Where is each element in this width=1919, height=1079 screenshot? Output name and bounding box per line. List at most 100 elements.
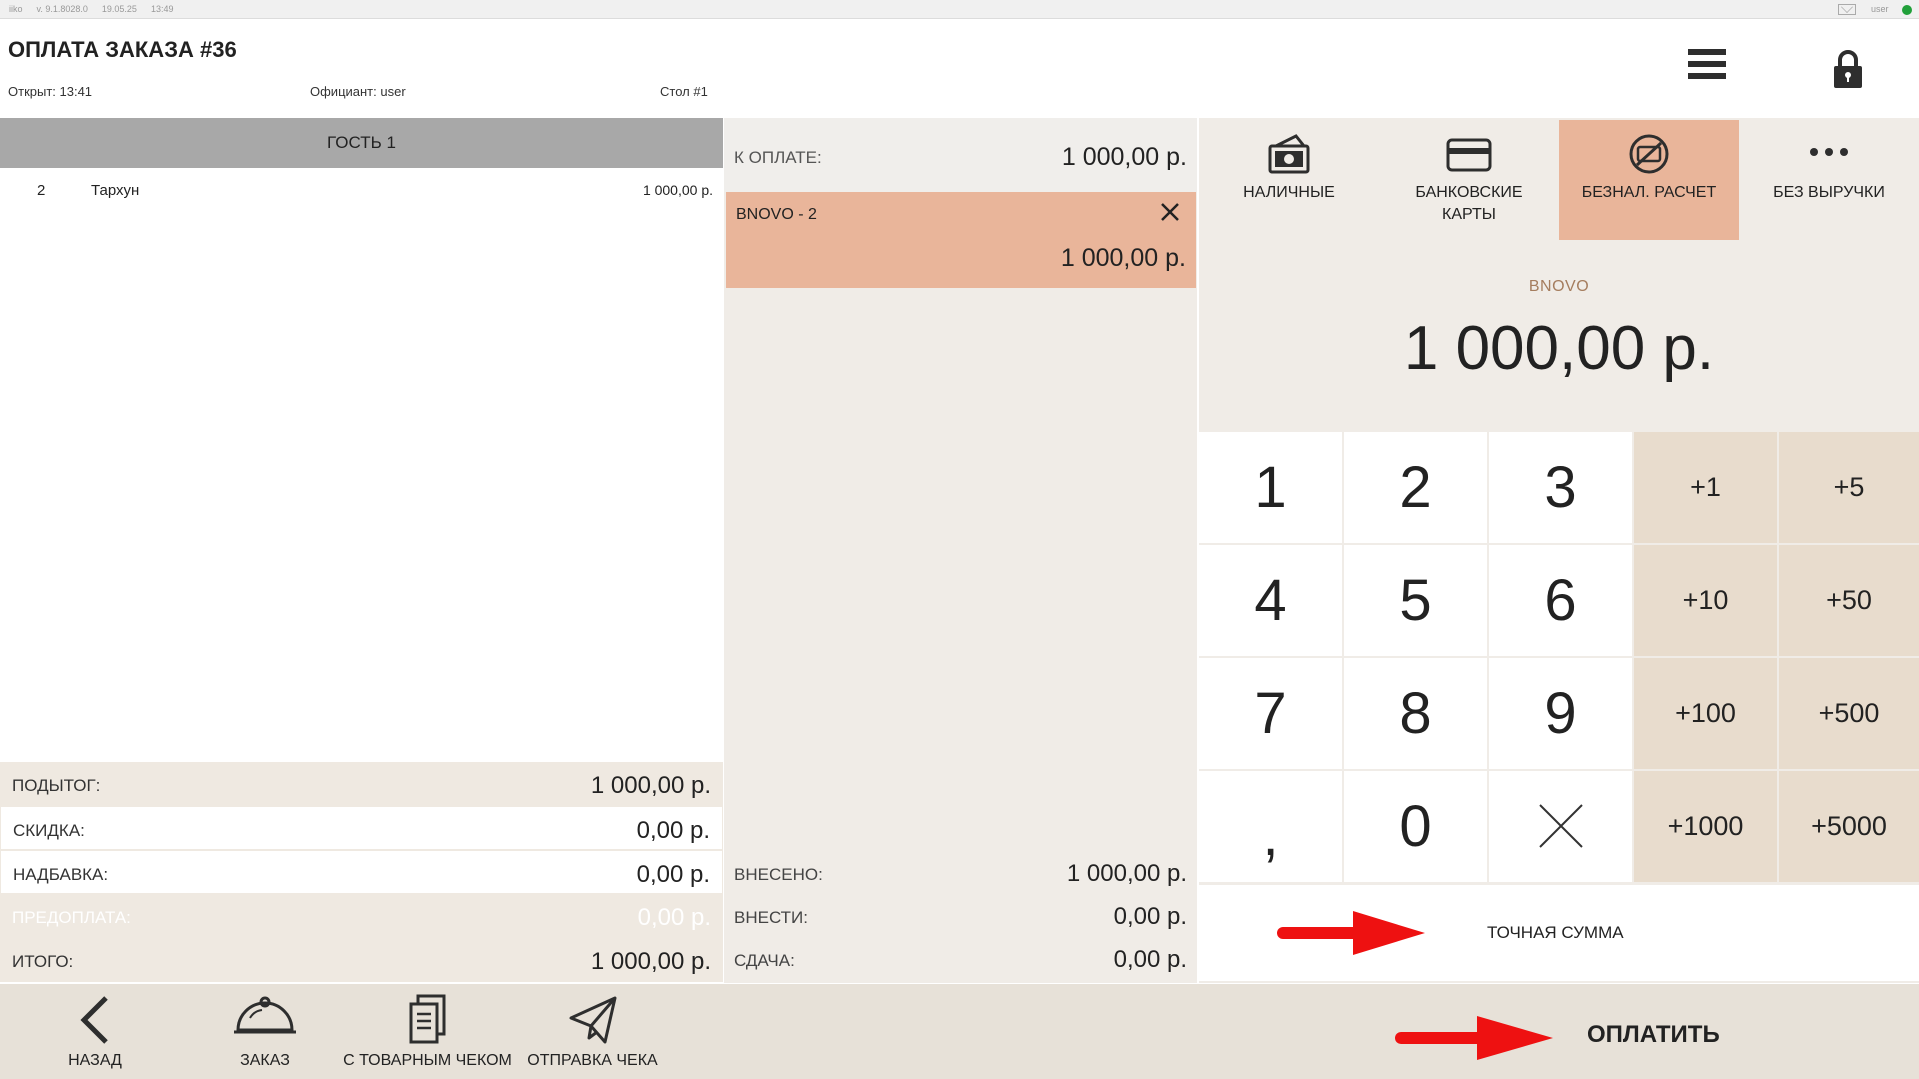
method-no-revenue-label: БЕЗ ВЫРУЧКИ bbox=[1773, 184, 1885, 201]
discount-row[interactable]: СКИДКА: 0,00 р. bbox=[0, 806, 723, 850]
lock-icon[interactable] bbox=[1832, 49, 1864, 89]
method-no-revenue[interactable]: БЕЗ ВЫРУЧКИ bbox=[1739, 120, 1919, 240]
key-1[interactable]: 1 bbox=[1199, 432, 1342, 543]
exact-amount-button[interactable]: ТОЧНАЯ СУММА bbox=[1199, 885, 1919, 981]
credit-card-icon bbox=[1446, 138, 1492, 172]
total-label: ИТОГО: bbox=[12, 952, 74, 971]
surcharge-label: НАДБАВКА: bbox=[13, 865, 109, 884]
method-noncash[interactable]: БЕЗНАЛ. РАСЧЕТ bbox=[1559, 120, 1739, 240]
key-9[interactable]: 9 bbox=[1489, 658, 1632, 769]
key-comma[interactable]: , bbox=[1199, 771, 1342, 882]
key-3[interactable]: 3 bbox=[1489, 432, 1632, 543]
clear-icon bbox=[1538, 804, 1583, 848]
guest-header[interactable]: ГОСТЬ 1 bbox=[0, 118, 723, 168]
with-receipt-button[interactable]: С ТОВАРНЫМ ЧЕКОМ bbox=[340, 984, 515, 1079]
selected-payment-card[interactable]: BNOVO - 2 1 000,00 р. bbox=[726, 192, 1196, 288]
send-receipt-button[interactable]: ОТПРАВКА ЧЕКА bbox=[525, 984, 660, 1079]
more-icon bbox=[1810, 148, 1848, 156]
key-plus-100[interactable]: +100 bbox=[1634, 658, 1777, 769]
method-bank-cards-label: БАНКОВСКИЕ КАРТЫ bbox=[1415, 184, 1523, 223]
payments-panel: К ОПЛАТЕ: 1 000,00 р. BNOVO - 2 1 000,00… bbox=[724, 118, 1197, 983]
key-clear[interactable] bbox=[1489, 771, 1632, 882]
key-plus-1[interactable]: +1 bbox=[1634, 432, 1777, 543]
surcharge-row[interactable]: НАДБАВКА: 0,00 р. bbox=[0, 850, 723, 894]
status-date: 19.05.25 bbox=[101, 4, 137, 14]
opened-time: Открыт: 13:41 bbox=[8, 84, 93, 99]
app-name: iiko bbox=[9, 4, 23, 14]
key-6[interactable]: 6 bbox=[1489, 545, 1632, 656]
order-totals: ПОДЫТОГ: 1 000,00 р. СКИДКА: 0,00 р. НАД… bbox=[0, 762, 723, 982]
close-icon[interactable] bbox=[1158, 200, 1182, 224]
red-arrow-icon bbox=[1395, 1016, 1553, 1060]
key-plus-1000[interactable]: +1000 bbox=[1634, 771, 1777, 882]
total-value: 1 000,00 р. bbox=[590, 948, 711, 975]
key-7[interactable]: 7 bbox=[1199, 658, 1342, 769]
total-row: ИТОГО: 1 000,00 р. bbox=[0, 938, 723, 982]
key-0[interactable]: 0 bbox=[1344, 771, 1487, 882]
connection-status-icon bbox=[1902, 5, 1912, 15]
send-receipt-label: ОТПРАВКА ЧЕКА bbox=[527, 1052, 658, 1069]
key-plus-50[interactable]: +50 bbox=[1779, 545, 1919, 656]
order-label: ЗАКАЗ bbox=[240, 1052, 290, 1069]
version-info: iiko v. 9.1.8028.0 19.05.25 13:49 bbox=[9, 4, 187, 14]
menu-icon[interactable] bbox=[1688, 49, 1726, 85]
entry-amount: 1 000,00 р. bbox=[1403, 314, 1715, 383]
surcharge-value: 0,00 р. bbox=[636, 861, 710, 888]
key-plus-5000[interactable]: +5000 bbox=[1779, 771, 1919, 882]
to-pay-row: К ОПЛАТЕ: 1 000,00 р. bbox=[724, 118, 1197, 192]
method-bank-cards[interactable]: БАНКОВСКИЕ КАРТЫ bbox=[1379, 120, 1559, 240]
item-sum: 1 000,00 р. bbox=[642, 182, 713, 198]
waiter-name: Официант: user bbox=[310, 84, 406, 99]
bottom-toolbar: НАЗАД ЗАКАЗ С ТОВАРНЫМ ЧЕКОМ ОТПРАВКА ЧЕ… bbox=[0, 984, 1919, 1079]
method-noncash-label: БЕЗНАЛ. РАСЧЕТ bbox=[1581, 184, 1717, 201]
change-row: СДАЧА: 0,00 р. bbox=[724, 938, 1197, 981]
paper-plane-icon bbox=[569, 996, 616, 1044]
prepayment-label: ПРЕДОПЛАТА: bbox=[12, 908, 131, 927]
method-cash-label: НАЛИЧНЫЕ bbox=[1243, 184, 1335, 201]
status-bar: iiko v. 9.1.8028.0 19.05.25 13:49 user bbox=[0, 0, 1919, 19]
subtotal-label: ПОДЫТОГ: bbox=[12, 776, 101, 795]
change-label: СДАЧА: bbox=[734, 951, 795, 970]
prepayment-row: ПРЕДОПЛАТА: 0,00 р. bbox=[0, 894, 723, 938]
key-plus-10[interactable]: +10 bbox=[1634, 545, 1777, 656]
page-title: ОПЛАТА ЗАКАЗА #36 bbox=[8, 37, 237, 62]
app-version: v. 9.1.8028.0 bbox=[36, 4, 88, 14]
discount-label: СКИДКА: bbox=[13, 821, 85, 840]
to-deposit-row: ВНЕСТИ: 0,00 р. bbox=[724, 895, 1197, 938]
order-button[interactable]: ЗАКАЗ bbox=[205, 984, 325, 1079]
header: ОПЛАТА ЗАКАЗА #36 Открыт: 13:41 Официант… bbox=[0, 20, 1919, 116]
back-label: НАЗАД bbox=[68, 1052, 122, 1069]
key-plus-5[interactable]: +5 bbox=[1779, 432, 1919, 543]
deposited-value: 1 000,00 р. bbox=[1066, 860, 1187, 887]
key-4[interactable]: 4 bbox=[1199, 545, 1342, 656]
exact-amount-label: ТОЧНАЯ СУММА bbox=[1487, 923, 1624, 942]
back-button[interactable]: НАЗАД bbox=[40, 984, 150, 1079]
mail-icon[interactable] bbox=[1838, 4, 1856, 15]
payment-amount: 1 000,00 р. bbox=[1060, 244, 1186, 272]
key-5[interactable]: 5 bbox=[1344, 545, 1487, 656]
table-number: Стол #1 bbox=[660, 84, 708, 99]
cloche-icon bbox=[234, 996, 296, 1034]
to-pay-value: 1 000,00 р. bbox=[1061, 143, 1187, 171]
key-2[interactable]: 2 bbox=[1344, 432, 1487, 543]
key-plus-500[interactable]: +500 bbox=[1779, 658, 1919, 769]
payment-methods: НАЛИЧНЫЕ БАНКОВСКИЕ КАРТЫ БЕЗНАЛ. РАСЧЕТ bbox=[1199, 120, 1919, 240]
no-card-icon bbox=[1629, 134, 1669, 174]
key-8[interactable]: 8 bbox=[1344, 658, 1487, 769]
pay-button[interactable]: ОПЛАТИТЬ bbox=[1587, 1021, 1720, 1049]
subtotal-row: ПОДЫТОГ: 1 000,00 р. bbox=[0, 762, 723, 806]
order-item-row[interactable]: 2 Тархун 1 000,00 р. bbox=[0, 182, 723, 204]
method-cash[interactable]: НАЛИЧНЫЕ bbox=[1199, 120, 1379, 240]
to-pay-label: К ОПЛАТЕ: bbox=[734, 148, 822, 167]
to-deposit-label: ВНЕСТИ: bbox=[734, 908, 808, 927]
change-value: 0,00 р. bbox=[1113, 946, 1187, 973]
numeric-keypad: 1 2 3 +1 +5 4 5 6 +10 +50 7 8 9 +100 +50… bbox=[1199, 432, 1919, 884]
item-qty: 2 bbox=[37, 182, 46, 199]
deposited-label: ВНЕСЕНО: bbox=[734, 865, 823, 884]
entry-payment-name: BNOVO bbox=[1528, 278, 1590, 295]
receipt-icon bbox=[409, 994, 445, 1044]
payment-name: BNOVO - 2 bbox=[736, 206, 817, 223]
to-deposit-value: 0,00 р. bbox=[1113, 903, 1187, 930]
item-name: Тархун bbox=[91, 182, 140, 199]
prepayment-value: 0,00 р. bbox=[637, 904, 711, 931]
